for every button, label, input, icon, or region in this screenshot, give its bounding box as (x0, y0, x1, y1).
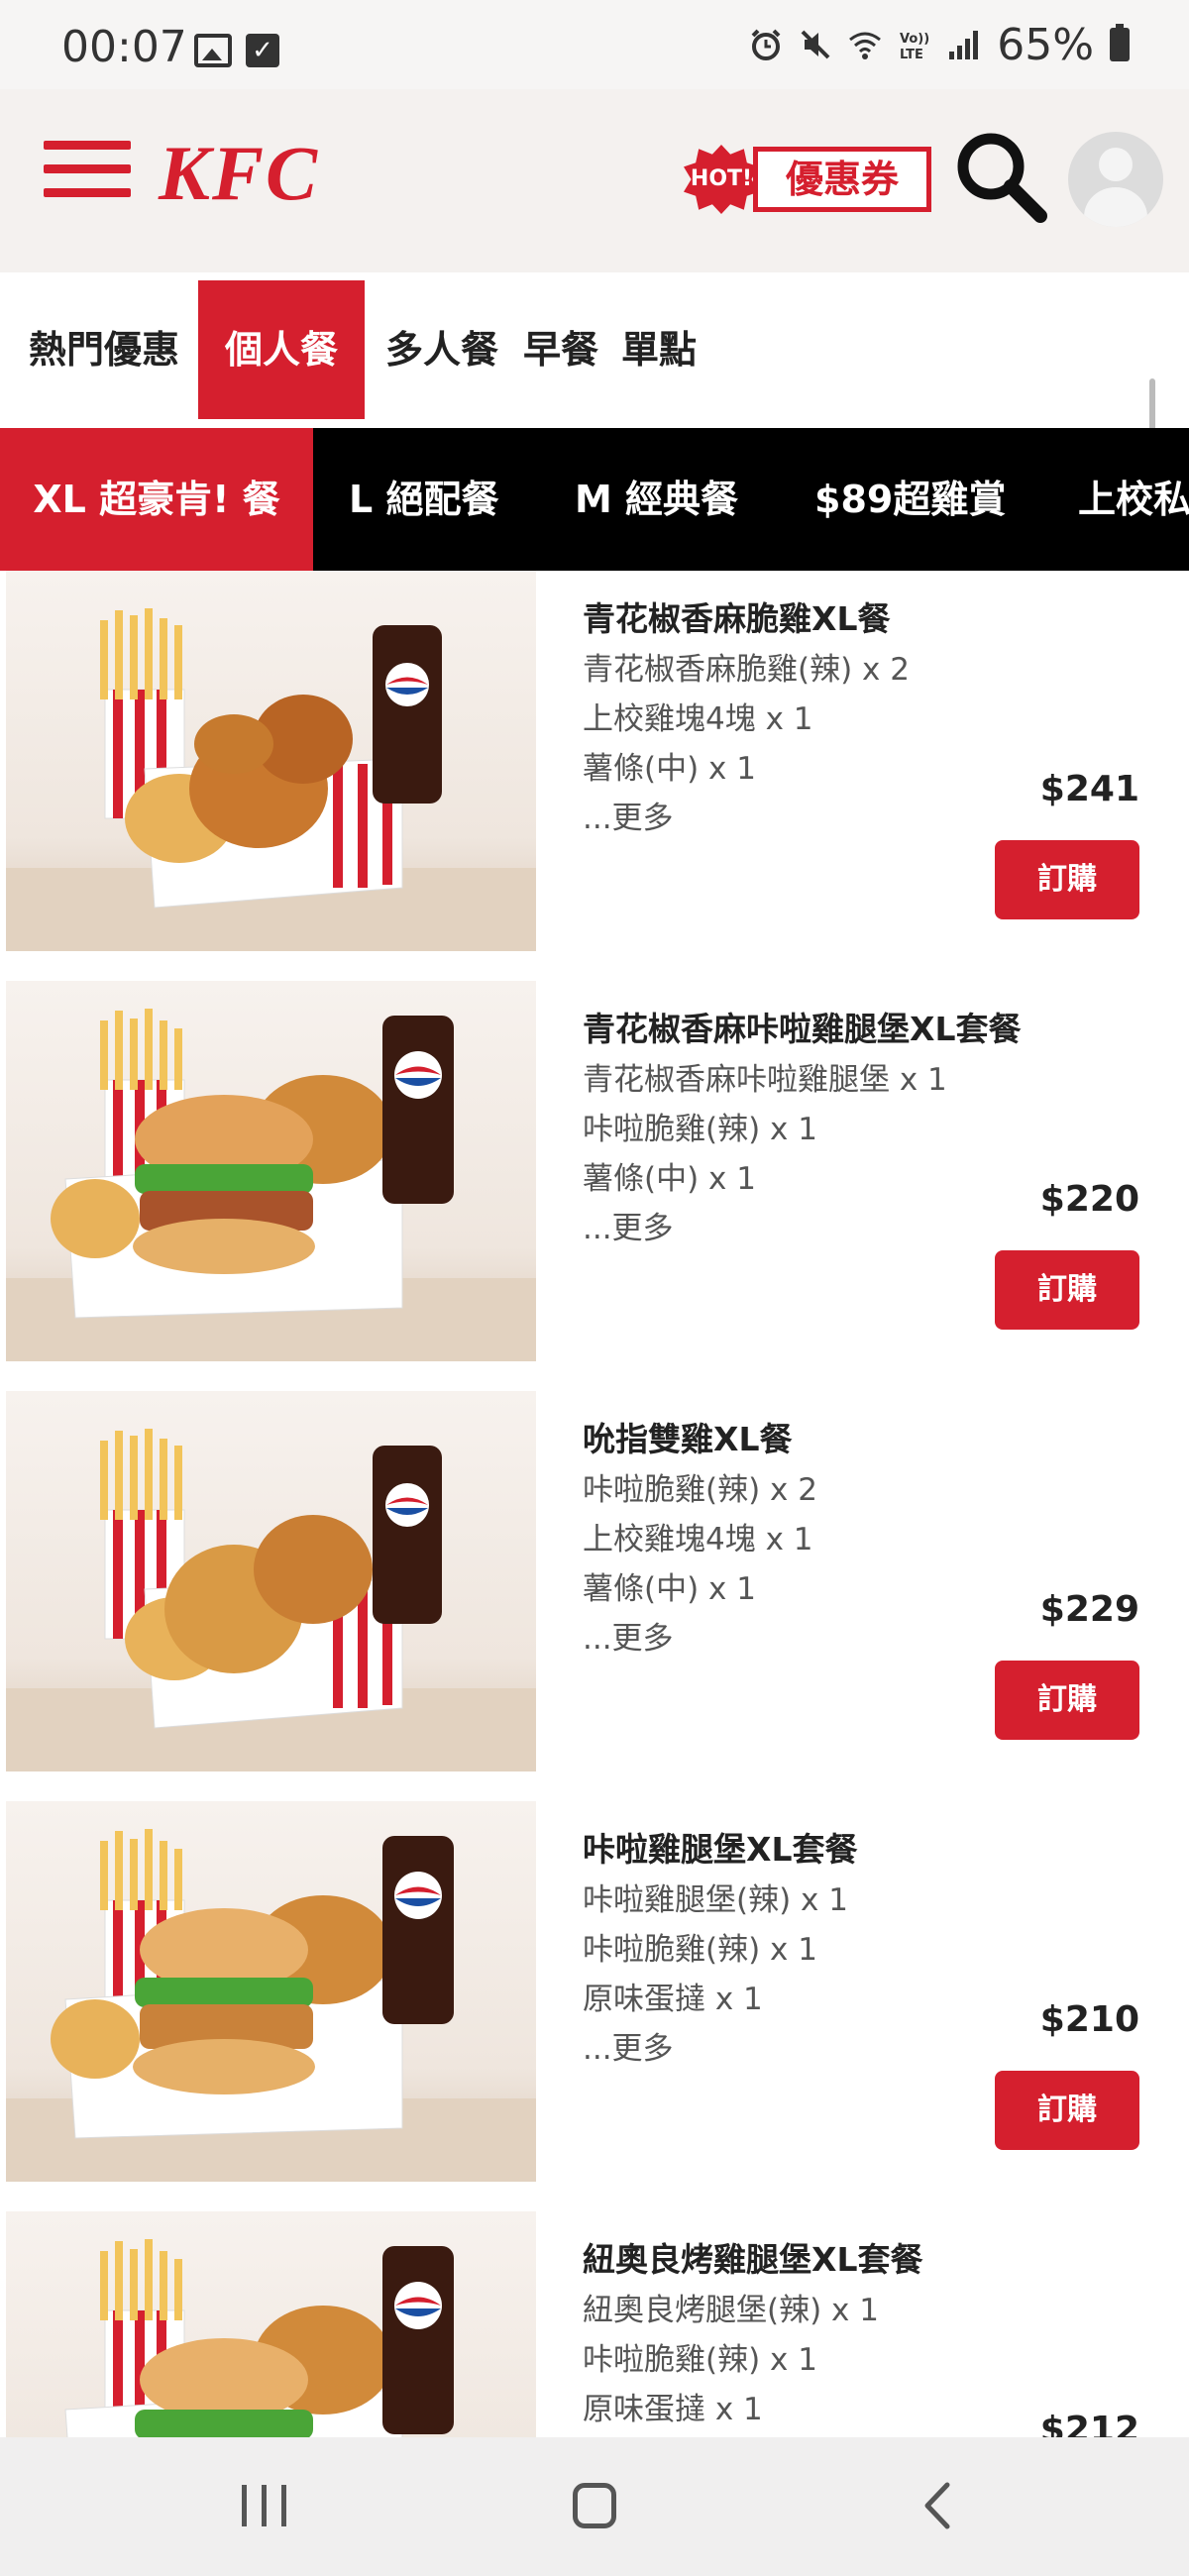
hot-badge: HOT! (684, 145, 759, 214)
product-price: $220 (1039, 1179, 1139, 1220)
svg-text:LTE: LTE (900, 48, 923, 61)
product-image[interactable] (6, 571, 536, 951)
fried-chicken-meal-image (6, 1429, 536, 1771)
order-button[interactable]: 訂購 (995, 2071, 1139, 2150)
tab-personal-meal[interactable]: 個人餐 (198, 280, 365, 419)
product-item: 上校雞塊4塊 x 1 (583, 701, 813, 737)
system-navigation-bar (0, 2437, 1189, 2576)
battery-icon (1110, 24, 1130, 61)
coupon-label: 優惠券 (753, 147, 931, 212)
volte-icon: Vo)) LTE (900, 32, 929, 61)
product-item: 青花椒香麻咔啦雞腿堡 x 1 (583, 1062, 947, 1098)
search-icon[interactable] (951, 127, 1050, 226)
signal-icon (949, 31, 979, 59)
wifi-icon (849, 32, 882, 59)
product-name: 紐奧良烤雞腿堡XL套餐 (583, 2240, 923, 2279)
battery-percentage: 65% (997, 19, 1094, 70)
order-button[interactable]: 訂購 (995, 1661, 1139, 1740)
tab-group-meal[interactable]: 多人餐 (380, 280, 503, 419)
product-item: 薯條(中) x 1 (583, 1161, 756, 1197)
order-button[interactable]: 訂購 (995, 840, 1139, 919)
recent-apps-icon[interactable] (242, 2485, 287, 2526)
product-item: 薯條(中) x 1 (583, 1571, 756, 1607)
app-header: KFC HOT! 優惠券 (0, 89, 1189, 272)
alarm-icon (751, 29, 781, 60)
status-right: Vo)) LTE 65% (749, 18, 1130, 71)
product-name: 吮指雙雞XL餐 (583, 1420, 793, 1458)
task-notification-icon: ✓ (246, 34, 279, 67)
svg-text:Vo)): Vo)) (900, 32, 929, 47)
more-link[interactable]: ...更多 (583, 2023, 674, 2068)
tab-breakfast[interactable]: 早餐 (519, 280, 602, 419)
more-link[interactable]: ...更多 (583, 793, 674, 837)
product-name: 青花椒香麻咔啦雞腿堡XL套餐 (583, 1010, 1022, 1048)
status-bar: 00:07 ✓ Vo)) LTE 65% (0, 0, 1189, 89)
tab-hot-deals[interactable]: 熱門優惠 (20, 280, 188, 419)
product-card[interactable]: 青花椒香麻脆雞XL餐 青花椒香麻脆雞(辣) x 2 上校雞塊4塊 x 1 薯條(… (0, 571, 1189, 951)
product-price: $229 (1039, 1589, 1139, 1630)
burger-meal-image (6, 1009, 536, 1361)
product-card[interactable]: 吮指雙雞XL餐 咔啦脆雞(辣) x 2 上校雞塊4塊 x 1 薯條(中) x 1… (0, 1391, 1189, 1771)
subtab-89-deal[interactable]: $89超雞賞 (814, 428, 1006, 571)
more-link[interactable]: ...更多 (583, 1203, 674, 1247)
kfc-logo[interactable]: KFC (159, 129, 319, 218)
back-icon[interactable] (914, 2481, 963, 2530)
sub-category-tabs: XL 超豪肯! 餐 L 絕配餐 M 經典餐 $89超雞賞 上校私 (0, 428, 1189, 571)
more-link[interactable]: ...更多 (583, 1613, 674, 1658)
product-item: 薯條(中) x 1 (583, 751, 756, 787)
product-image[interactable] (6, 1801, 536, 2182)
account-avatar-icon[interactable] (1068, 132, 1163, 227)
hamburger-menu-icon[interactable] (44, 141, 133, 200)
product-item: 原味蛋撻 x 1 (583, 2392, 763, 2427)
coupon-button[interactable]: HOT! 優惠券 (684, 141, 931, 218)
subtab-xl-meal[interactable]: XL 超豪肯! 餐 (0, 428, 313, 571)
home-icon[interactable] (573, 2483, 616, 2528)
order-button[interactable]: 訂購 (995, 1250, 1139, 1330)
product-price: $210 (1039, 1999, 1139, 2040)
tab-a-la-carte[interactable]: 單點 (616, 280, 702, 419)
subtab-l-meal[interactable]: L 絕配餐 (349, 428, 498, 571)
burger-meal-image (6, 1829, 536, 2182)
product-item: 咔啦脆雞(辣) x 1 (583, 1932, 817, 1968)
fried-chicken-meal-image (6, 608, 536, 951)
product-item: 咔啦脆雞(辣) x 2 (583, 1472, 817, 1508)
product-image[interactable] (6, 1391, 536, 1771)
category-tabs: 熱門優惠 個人餐 多人餐 早餐 單點 (0, 272, 1189, 426)
product-item: 咔啦脆雞(辣) x 1 (583, 2342, 817, 2378)
product-card[interactable]: 咔啦雞腿堡XL套餐 咔啦雞腿堡(辣) x 1 咔啦脆雞(辣) x 1 原味蛋撻 … (0, 1801, 1189, 2182)
product-card[interactable]: 青花椒香麻咔啦雞腿堡XL套餐 青花椒香麻咔啦雞腿堡 x 1 咔啦脆雞(辣) x … (0, 981, 1189, 1361)
status-time: 00:07 (61, 22, 187, 72)
product-item: 紐奧良烤腿堡(辣) x 1 (583, 2293, 879, 2328)
product-price: $241 (1039, 769, 1139, 809)
product-item: 咔啦脆雞(辣) x 1 (583, 1112, 817, 1147)
product-item: 青花椒香麻脆雞(辣) x 2 (583, 652, 910, 688)
product-name: 咔啦雞腿堡XL套餐 (583, 1830, 858, 1869)
product-item: 上校雞塊4塊 x 1 (583, 1522, 813, 1557)
mute-icon (801, 30, 830, 59)
product-item: 咔啦雞腿堡(辣) x 1 (583, 1882, 848, 1918)
product-image[interactable] (6, 981, 536, 1361)
gallery-notification-icon (194, 34, 232, 67)
product-name: 青花椒香麻脆雞XL餐 (583, 599, 891, 638)
subtab-m-meal[interactable]: M 經典餐 (575, 428, 738, 571)
subtab-colonel[interactable]: 上校私 (1078, 428, 1189, 571)
product-item: 原味蛋撻 x 1 (583, 1982, 763, 2017)
